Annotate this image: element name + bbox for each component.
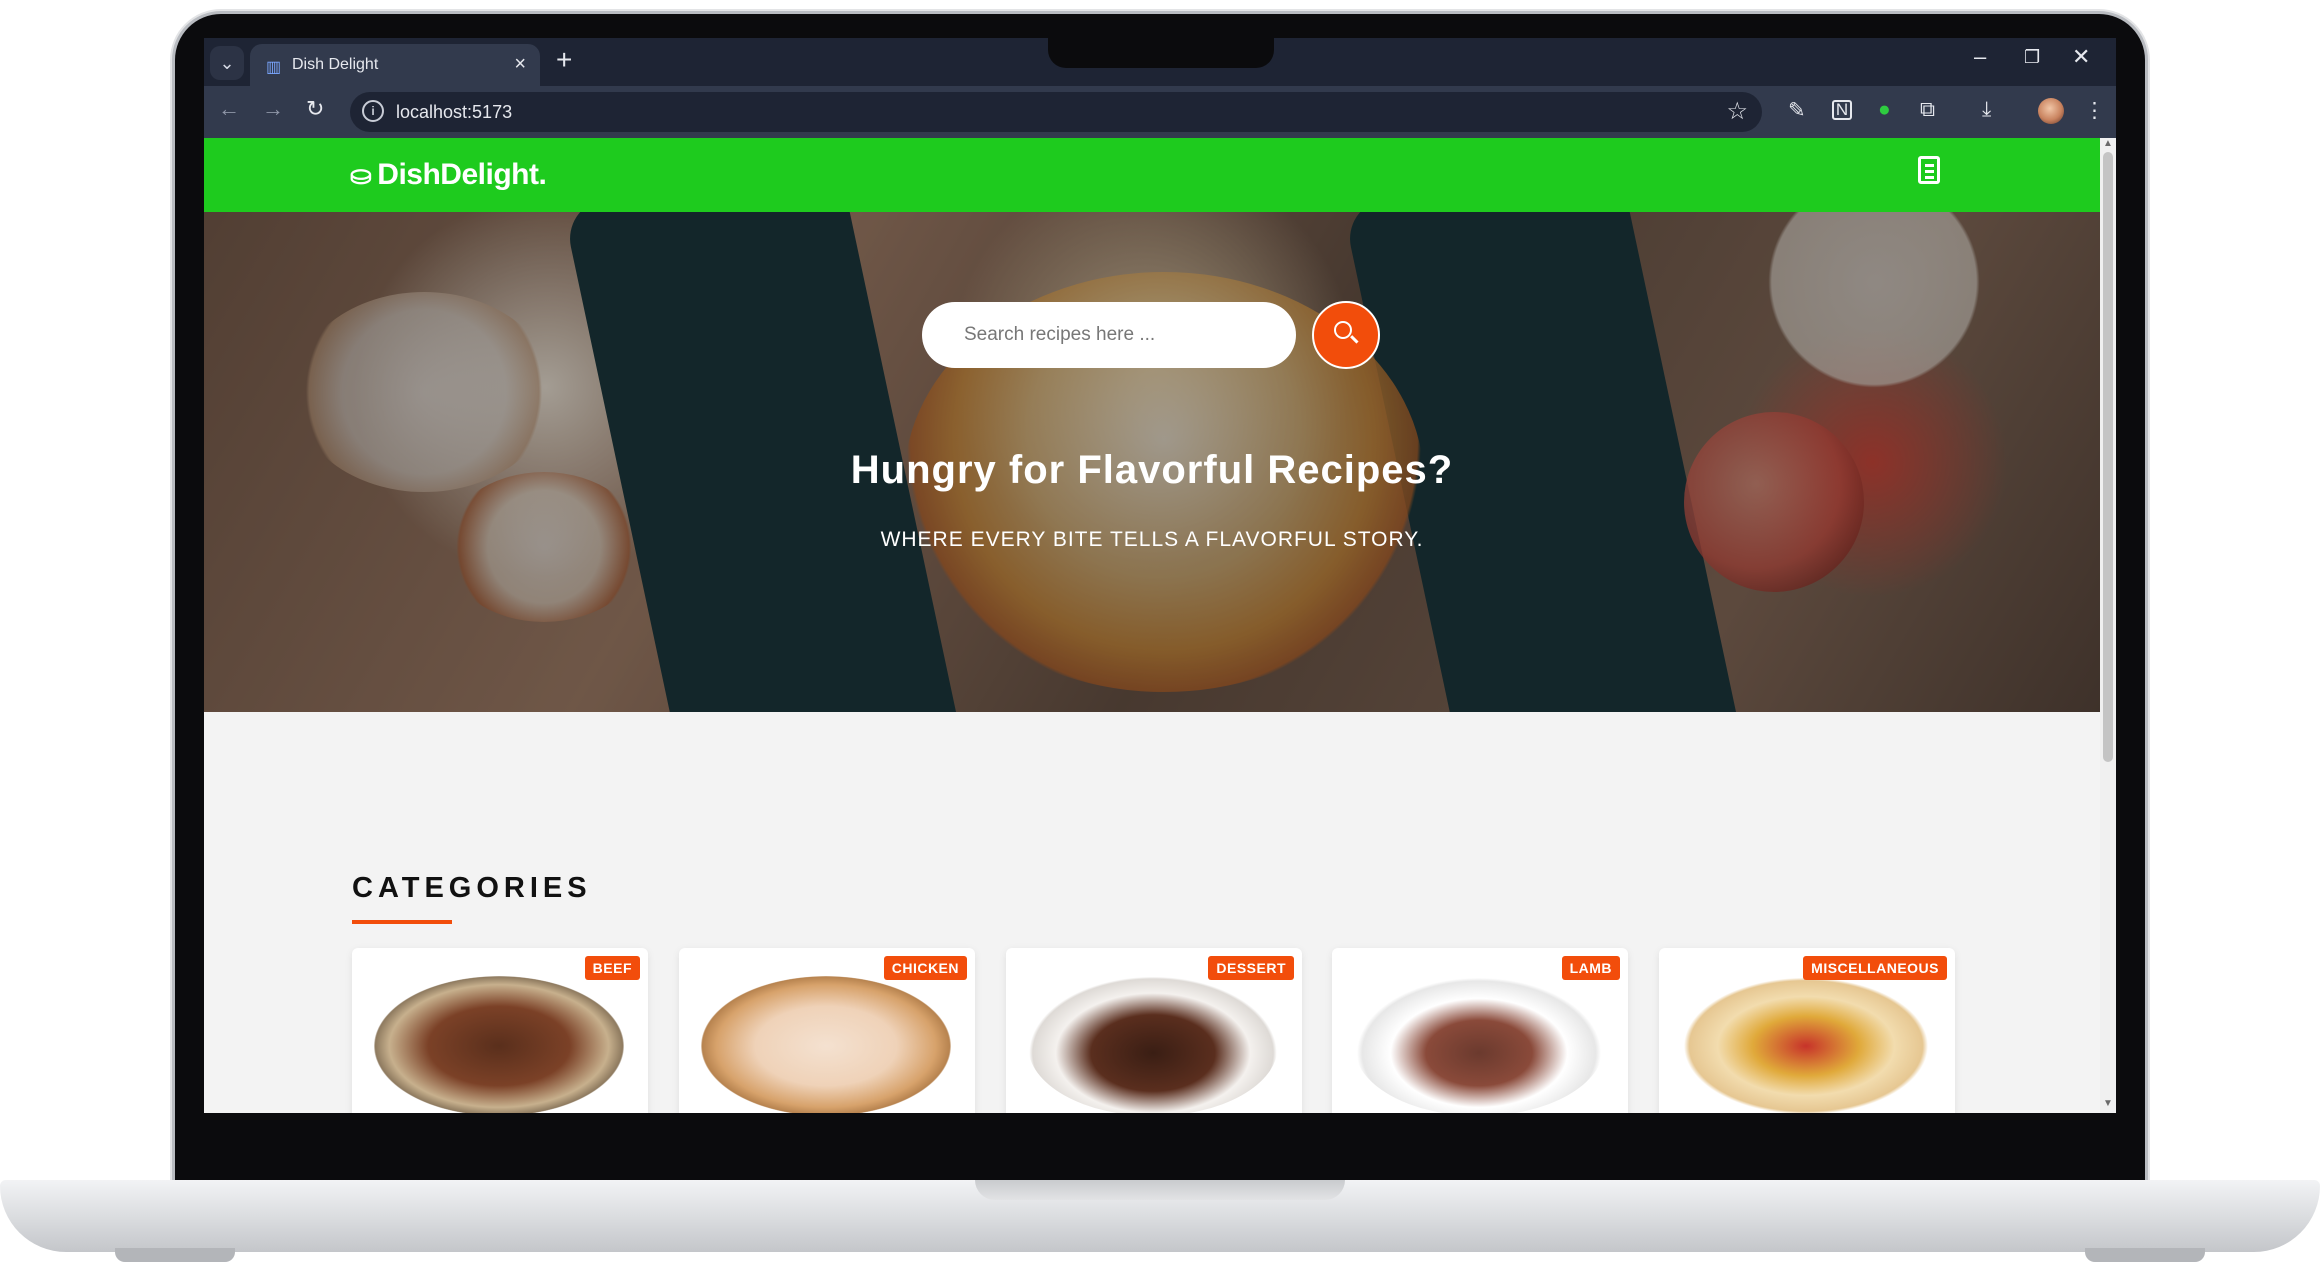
chicken-legs-image	[701, 976, 951, 1113]
category-badge: LAMB	[1561, 956, 1620, 980]
favicon-icon: ▥	[266, 59, 282, 76]
search-button[interactable]	[1312, 301, 1380, 369]
tacos-image	[1681, 976, 1931, 1113]
back-icon[interactable]: ←	[218, 96, 240, 122]
scroll-thumb[interactable]	[2103, 152, 2113, 762]
download-icon[interactable]: ⤓	[1982, 98, 1991, 122]
category-card-miscellaneous[interactable]: MISCELLANEOUS	[1659, 948, 1955, 1113]
notion-icon[interactable]: N	[1832, 100, 1852, 120]
tab-close-icon[interactable]: ×	[514, 53, 526, 76]
bug-extension-icon[interactable]: ●	[1878, 98, 1891, 122]
page-scrollbar[interactable]: ▲ ▼	[2100, 138, 2116, 1113]
scroll-up-arrow-icon[interactable]: ▲	[2103, 138, 2113, 149]
new-tab-button[interactable]: +	[556, 44, 572, 76]
recipe-book-icon[interactable]	[1918, 156, 1940, 184]
reload-icon[interactable]: ↻	[306, 96, 324, 122]
site-info-icon[interactable]: i	[362, 100, 384, 122]
hero-subtitle: WHERE EVERY BITE TELLS A FLAVORFUL STORY…	[880, 528, 1424, 551]
brand-logo[interactable]: ⛀ DishDelight.	[350, 158, 547, 192]
laptop-foot-left	[115, 1248, 235, 1262]
beef-steak-image	[374, 976, 624, 1113]
site-navbar: ⛀ DishDelight.	[204, 138, 2100, 212]
heading-underline	[352, 920, 452, 924]
category-badge: MISCELLANEOUS	[1803, 956, 1947, 980]
lamb-chops-image	[1354, 976, 1604, 1113]
categories-heading: CATEGORIES	[352, 872, 592, 904]
category-badge: DESSERT	[1208, 956, 1294, 980]
screen: ⌄ ▥ Dish Delight × + – ❐ ✕ ← → ↻ i local…	[204, 38, 2116, 1113]
chocolate-cake-image	[1028, 976, 1278, 1113]
tab-search-button[interactable]: ⌄	[210, 46, 244, 80]
category-badge: BEEF	[584, 956, 640, 980]
bookmark-star-icon[interactable]: ☆	[1726, 97, 1748, 126]
tab-title: Dish Delight	[292, 56, 379, 73]
restore-icon[interactable]: ❐	[2024, 47, 2040, 68]
search-icon	[1334, 321, 1352, 339]
hero-section: Hungry for Flavorful Recipes? WHERE EVER…	[204, 212, 2100, 712]
laptop-opening-groove	[975, 1180, 1345, 1200]
laptop-foot-right	[2085, 1248, 2205, 1262]
minimize-icon[interactable]: –	[1974, 44, 1986, 70]
extensions-puzzle-icon[interactable]: ⧉	[1920, 98, 1935, 122]
web-page: ⛀DishDelight. Hungry for Flavorful Recip…	[204, 138, 2100, 1113]
browser-toolbar: ← → ↻ i localhost:5173 ☆ ✎ N ● ⧉ ⤓ ⋮	[204, 86, 2116, 138]
hero-title: Hungry for Flavorful Recipes?	[850, 448, 1454, 492]
category-badge: CHICKEN	[883, 956, 967, 980]
search-input[interactable]	[962, 323, 1266, 347]
brand-name: DishDelight.	[377, 158, 547, 191]
menu-kebab-icon[interactable]: ⋮	[2084, 98, 2105, 123]
address-bar[interactable]: i localhost:5173 ☆	[350, 92, 1762, 132]
category-card-dessert[interactable]: DESSERT	[1006, 948, 1302, 1113]
profile-avatar[interactable]	[2038, 98, 2064, 124]
cooking-pot-icon: ⛀	[350, 160, 372, 190]
category-card-lamb[interactable]: LAMB	[1332, 948, 1628, 1113]
camera-notch	[1048, 36, 1274, 68]
browser-tab[interactable]: ▥ Dish Delight ×	[250, 44, 540, 86]
category-card-chicken[interactable]: CHICKEN	[679, 948, 975, 1113]
scroll-down-arrow-icon[interactable]: ▼	[2103, 1098, 2113, 1109]
eyedropper-icon[interactable]: ✎	[1788, 98, 1806, 123]
forward-icon[interactable]: →	[262, 96, 284, 122]
window-close-icon[interactable]: ✕	[2072, 44, 2090, 70]
url-text: localhost:5173	[396, 102, 513, 122]
search-field[interactable]	[922, 302, 1296, 368]
category-card-beef[interactable]: BEEF	[352, 948, 648, 1113]
